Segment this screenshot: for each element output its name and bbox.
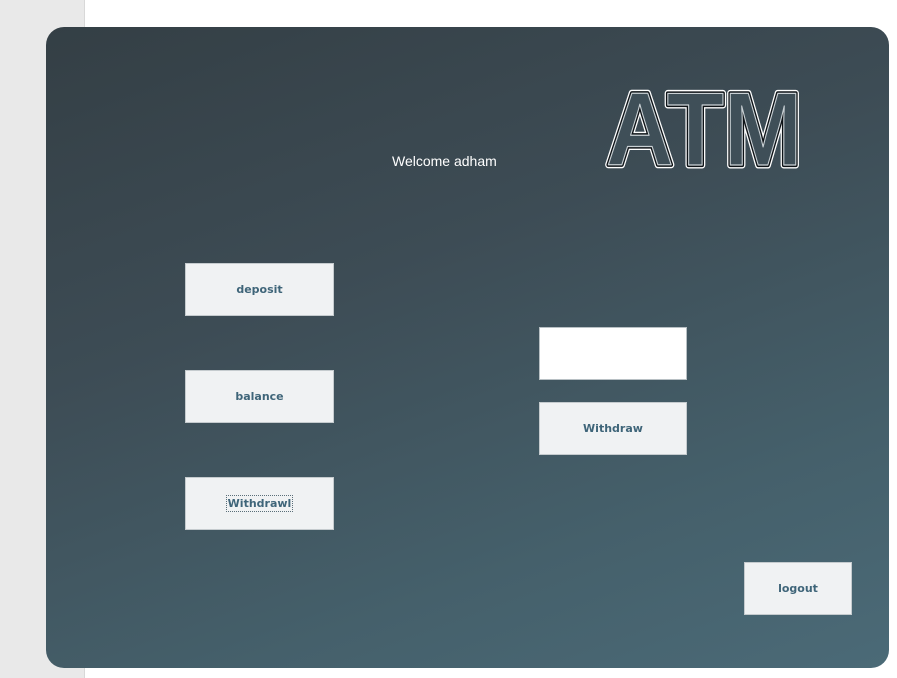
balance-button[interactable]: balance [185, 370, 334, 423]
deposit-button-label: deposit [236, 283, 283, 296]
atm-logo: ATM ATM ATM [603, 79, 806, 175]
page: Welcome adham ATM ATM ATM deposit balanc… [0, 0, 897, 678]
deposit-button[interactable]: deposit [185, 263, 334, 316]
welcome-message: Welcome adham [392, 153, 497, 169]
withdraw-amount-input[interactable] [539, 327, 687, 380]
withdraw-button[interactable]: Withdraw [539, 402, 687, 455]
withdrawl-button[interactable]: Withdrawl [185, 477, 334, 530]
withdraw-button-label: Withdraw [583, 422, 643, 435]
logout-button[interactable]: logout [744, 562, 852, 615]
balance-button-label: balance [235, 390, 284, 403]
atm-panel: Welcome adham ATM ATM ATM deposit balanc… [46, 27, 889, 668]
atm-logo-fill: ATM [606, 79, 802, 175]
logout-button-label: logout [778, 582, 818, 595]
withdrawl-button-label: Withdrawl [225, 495, 294, 512]
